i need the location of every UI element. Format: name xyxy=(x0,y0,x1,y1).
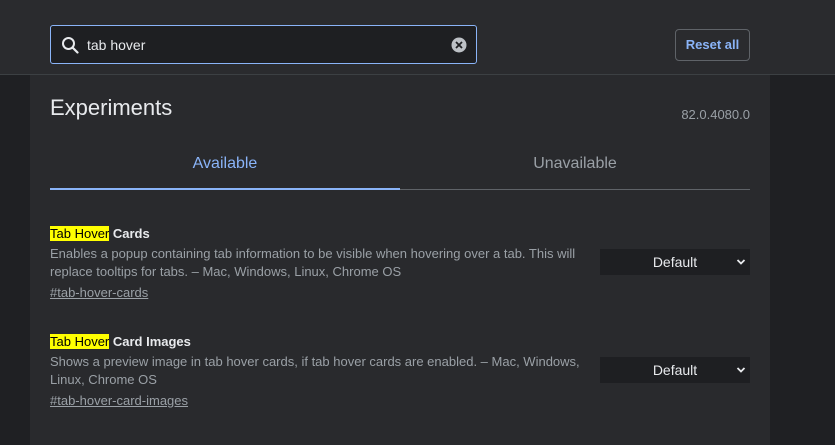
search-icon xyxy=(62,37,79,54)
left-gutter xyxy=(0,75,30,445)
chevron-down-icon xyxy=(736,367,746,373)
search-input[interactable] xyxy=(87,35,447,55)
experiment-state-select[interactable]: Default xyxy=(600,249,750,275)
select-value: Default xyxy=(652,254,698,270)
page-title: Experiments xyxy=(50,95,173,120)
select-value: Default xyxy=(652,362,698,378)
experiment-title: Tab Hover Card Images xyxy=(50,333,750,351)
experiment-title-rest: Cards xyxy=(109,226,150,241)
experiment-title-rest: Card Images xyxy=(109,334,191,349)
search-highlight: Tab Hover xyxy=(50,226,110,241)
chevron-down-icon xyxy=(736,259,746,265)
experiment-link[interactable]: #tab-hover-cards xyxy=(50,284,148,302)
experiments-panel: Experiments 82.0.4080.0 Available Unavai… xyxy=(30,75,770,445)
right-gutter xyxy=(770,75,835,445)
experiment-title: Tab Hover Cards xyxy=(50,225,750,243)
search-box[interactable] xyxy=(50,25,477,64)
tab-available[interactable]: Available xyxy=(50,145,400,190)
experiment-description: Enables a popup containing tab informati… xyxy=(50,246,576,279)
header-bar: Reset all xyxy=(0,17,835,75)
reset-all-button[interactable]: Reset all xyxy=(675,29,750,61)
experiment-tab-hover-card-images: Tab Hover Card Images Shows a preview im… xyxy=(50,333,750,410)
experiment-link[interactable]: #tab-hover-card-images xyxy=(50,392,188,410)
window-top-strip xyxy=(0,0,835,18)
experiment-description: Shows a preview image in tab hover cards… xyxy=(50,354,580,387)
search-highlight: Tab Hover xyxy=(50,334,110,349)
tab-unavailable[interactable]: Unavailable xyxy=(400,145,750,188)
clear-icon[interactable] xyxy=(451,37,467,53)
tab-bar: Available Unavailable xyxy=(50,145,750,190)
experiment-tab-hover-cards: Tab Hover Cards Enables a popup containi… xyxy=(50,225,750,302)
version-label: 82.0.4080.0 xyxy=(681,107,750,122)
experiment-state-select[interactable]: Default xyxy=(600,357,750,383)
